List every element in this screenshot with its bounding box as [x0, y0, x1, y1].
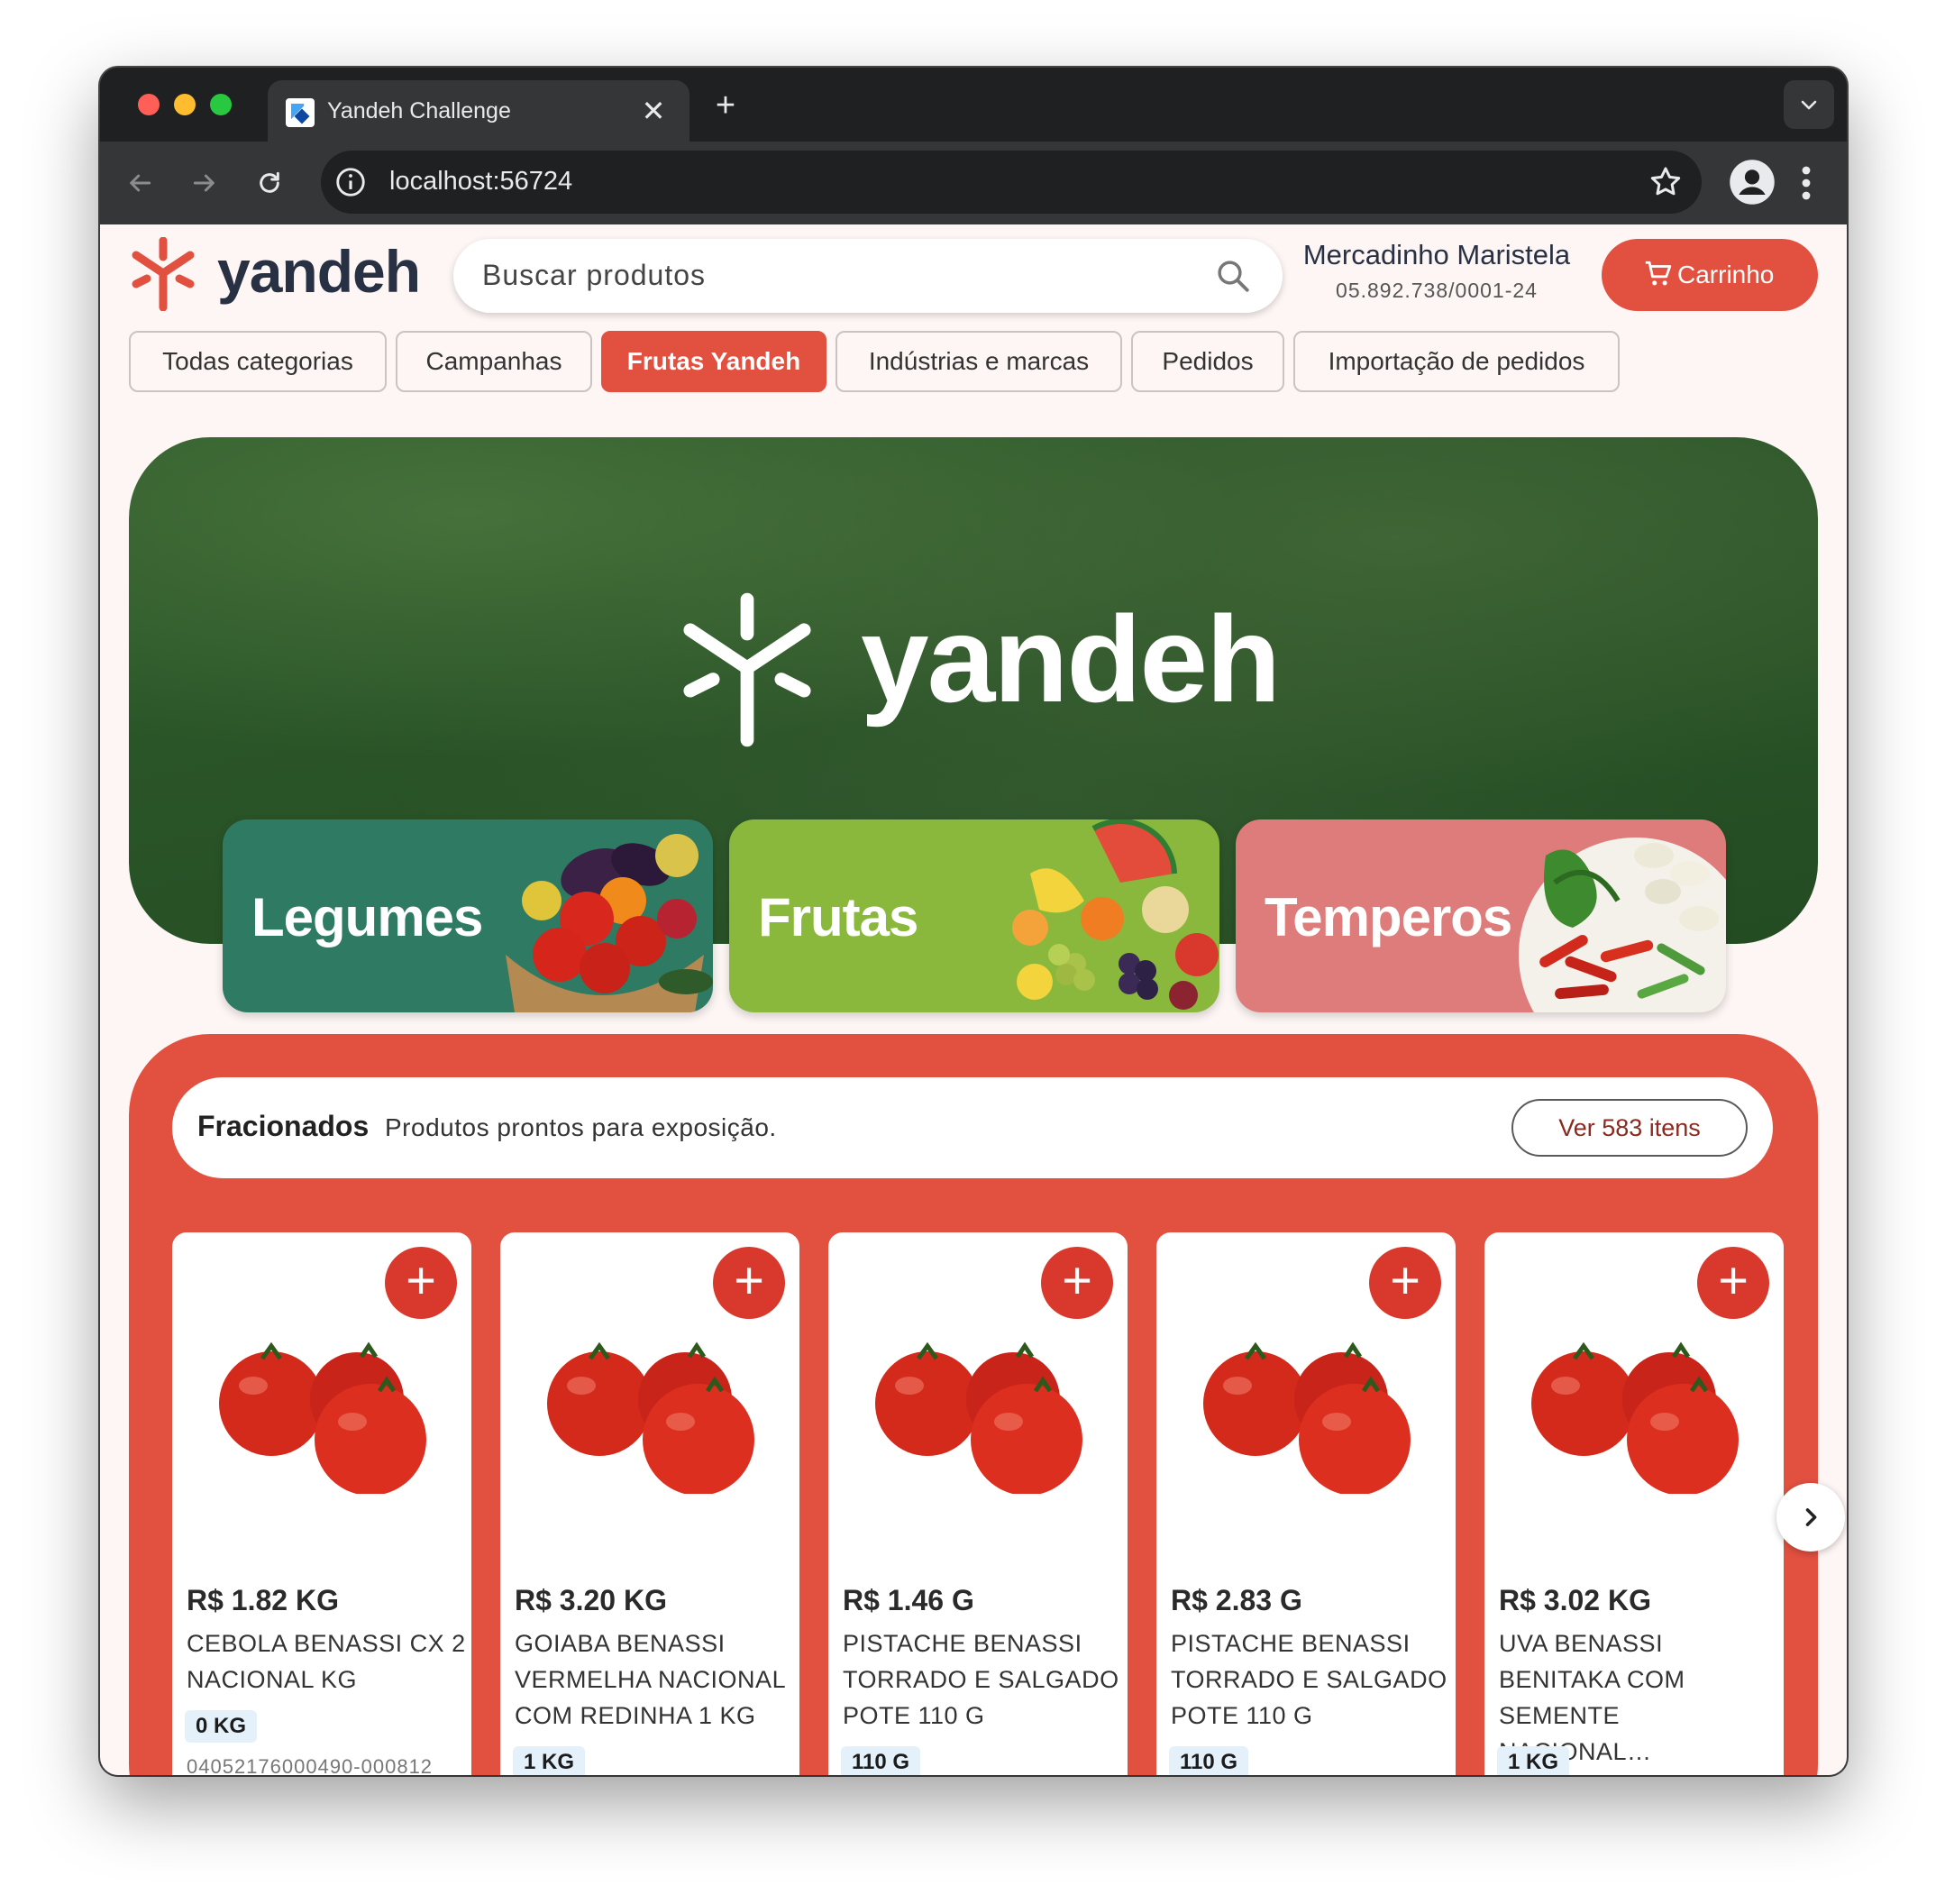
close-window-button[interactable]	[138, 94, 160, 115]
chevron-right-icon	[1805, 1508, 1817, 1526]
cart-label: Carrinho	[1677, 261, 1775, 288]
yandeh-mark-icon	[683, 592, 811, 747]
chip-campanhas[interactable]: Campanhas	[396, 331, 592, 392]
product-card[interactable]: + R$ 3.02 KG UVA BENASSI BENITAKA COM SE…	[1484, 1232, 1784, 1775]
spices-bowl-icon	[1519, 838, 1726, 1012]
tomatoes-image-icon	[547, 1341, 754, 1494]
maximize-window-button[interactable]	[210, 94, 232, 115]
product-price: R$ 1.82 KG	[187, 1584, 339, 1616]
tomatoes-image-icon	[219, 1341, 426, 1494]
tomatoes-image-icon	[875, 1341, 1082, 1494]
tomatoes-image-icon	[1203, 1341, 1411, 1494]
new-tab-button[interactable]: +	[708, 87, 744, 124]
store-name: Mercadinho Maristela	[1302, 239, 1571, 270]
bookmark-star-icon[interactable]	[1648, 164, 1684, 200]
product-qty-badge: 110 G	[1169, 1746, 1249, 1775]
product-price: R$ 3.02 KG	[1499, 1584, 1651, 1616]
chip-importacao-pedidos[interactable]: Importação de pedidos	[1293, 331, 1620, 392]
category-card-frutas[interactable]: Frutas	[729, 819, 1219, 1012]
hero-logo: yandeh	[668, 589, 1299, 751]
product-qty-badge: 0 KG	[185, 1710, 258, 1743]
product-card[interactable]: + R$ 1.82 KG CEBOLA BENASSI CX 2 NACIONA…	[172, 1232, 471, 1775]
view-all-button[interactable]: Ver 583 itens	[1511, 1099, 1748, 1157]
forward-button[interactable]	[183, 161, 226, 205]
more-vert-icon[interactable]	[1793, 161, 1820, 205]
chip-pedidos[interactable]: Pedidos	[1131, 331, 1284, 392]
back-button[interactable]	[118, 161, 161, 205]
browser-toolbar: localhost:56724	[100, 142, 1847, 224]
section-subtitle: Produtos prontos para exposição.	[385, 1113, 777, 1141]
product-name: GOIABA BENASSI VERMELHA NACIONAL COM RED…	[515, 1630, 786, 1729]
arrow-right-icon	[193, 174, 215, 192]
tab-search-button[interactable]	[1784, 80, 1834, 129]
address-bar[interactable]: localhost:56724	[321, 151, 1702, 214]
fruits-pile-icon	[1012, 819, 1219, 1010]
section-title: Fracionados	[197, 1110, 370, 1142]
carousel-next-button[interactable]	[1776, 1483, 1845, 1552]
add-to-cart-button[interactable]: +	[1697, 1247, 1769, 1319]
yandeh-mark-icon	[132, 237, 195, 311]
tab-close-icon[interactable]: ✕	[635, 93, 671, 129]
tomatoes-image-icon	[1531, 1341, 1739, 1494]
product-qty-badge: 110 G	[841, 1746, 921, 1775]
product-qty-badge: 1 KG	[513, 1746, 586, 1775]
product-card[interactable]: + R$ 1.46 G PISTACHE BENASSI TORRADO E S…	[828, 1232, 1128, 1775]
browser-tab[interactable]: Yandeh Challenge ✕	[268, 80, 689, 142]
product-price: R$ 1.46 G	[843, 1584, 974, 1616]
tab-strip: Yandeh Challenge ✕ +	[100, 68, 1847, 142]
flutter-favicon-icon	[286, 98, 315, 127]
add-to-cart-button[interactable]: +	[713, 1247, 785, 1319]
arrow-left-icon	[130, 174, 151, 192]
search-placeholder: Buscar produtos	[482, 259, 707, 291]
browser-window: Yandeh Challenge ✕ + localhost:56724 yan…	[100, 68, 1847, 1775]
vegetables-basket-icon	[506, 834, 713, 1012]
cart-button[interactable]: Carrinho	[1602, 239, 1818, 311]
search-icon[interactable]	[1214, 257, 1252, 295]
hero-wordmark: yandeh	[861, 590, 1281, 728]
chip-frutas-yandeh[interactable]: Frutas Yandeh	[601, 331, 826, 392]
logo-wordmark: yandeh	[217, 238, 421, 305]
product-price: R$ 3.20 KG	[515, 1584, 667, 1616]
product-name: PISTACHE BENASSI TORRADO E SALGADO POTE …	[1171, 1630, 1447, 1729]
search-input[interactable]: Buscar produtos	[453, 239, 1283, 313]
reload-icon	[260, 171, 279, 193]
category-label: Temperos	[1265, 887, 1512, 947]
yandeh-logo[interactable]: yandeh	[129, 237, 426, 311]
category-card-temperos[interactable]: Temperos	[1236, 819, 1726, 1012]
product-ean: 04052176000490-000812	[187, 1755, 434, 1775]
url-text[interactable]: localhost:56724	[389, 167, 572, 197]
reload-button[interactable]	[248, 161, 291, 205]
product-qty-badge: 1 KG	[1497, 1746, 1570, 1775]
category-label: Legumes	[251, 887, 483, 947]
category-label: Frutas	[758, 887, 918, 947]
add-to-cart-button[interactable]: +	[385, 1247, 457, 1319]
chip-industrias-marcas[interactable]: Indústrias e marcas	[836, 331, 1122, 392]
store-cnpj: 05.892.738/0001-24	[1336, 279, 1538, 302]
tab-title: Yandeh Challenge	[327, 98, 511, 124]
site-info-icon[interactable]	[333, 165, 368, 199]
chevron-down-icon	[1801, 100, 1817, 110]
shopping-cart-icon	[1645, 261, 1672, 286]
minimize-window-button[interactable]	[174, 94, 196, 115]
add-to-cart-button[interactable]: +	[1369, 1247, 1441, 1319]
profile-icon[interactable]	[1728, 158, 1776, 206]
store-info[interactable]: Mercadinho Maristela 05.892.738/0001-24	[1288, 239, 1585, 303]
product-card[interactable]: + R$ 2.83 G PISTACHE BENASSI TORRADO E S…	[1156, 1232, 1456, 1775]
product-price: R$ 2.83 G	[1171, 1584, 1302, 1616]
product-name: PISTACHE BENASSI TORRADO E SALGADO POTE …	[843, 1630, 1119, 1729]
page-content: yandeh Buscar produtos Mercadinho Marist…	[100, 224, 1847, 1775]
add-to-cart-button[interactable]: +	[1041, 1247, 1113, 1319]
product-card[interactable]: + R$ 3.20 KG GOIABA BENASSI VERMELHA NAC…	[500, 1232, 799, 1775]
category-card-legumes[interactable]: Legumes	[223, 819, 713, 1012]
chip-todas-categorias[interactable]: Todas categorias	[129, 331, 387, 392]
section-header: Fracionados Produtos prontos para exposi…	[172, 1077, 1773, 1178]
product-name: CEBOLA BENASSI CX 2 NACIONAL KG	[187, 1630, 466, 1693]
